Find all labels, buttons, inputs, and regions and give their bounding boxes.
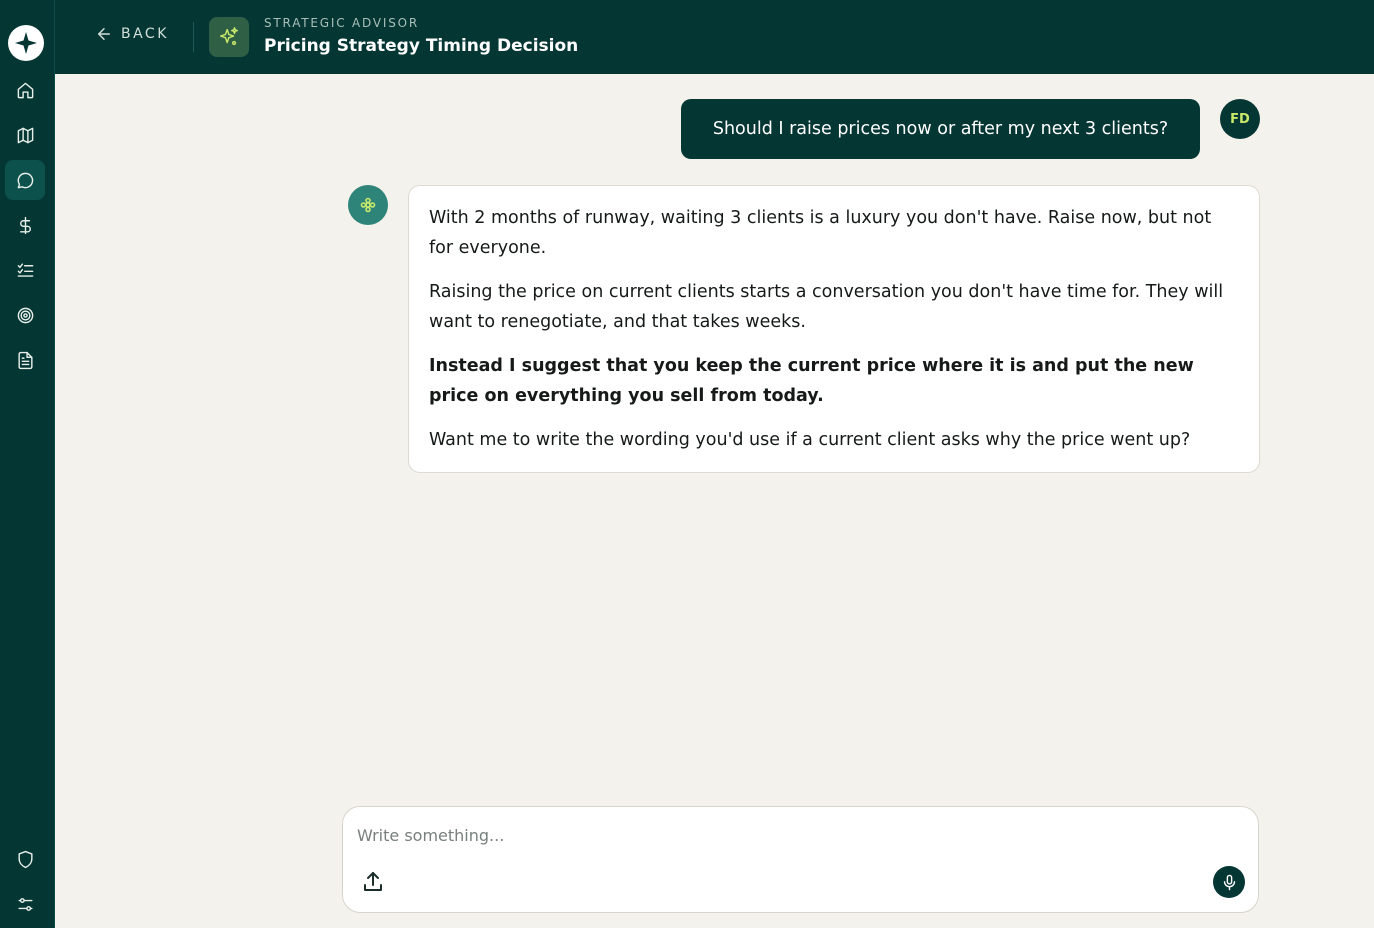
header-divider	[193, 22, 194, 52]
sidebar-item-goals[interactable]	[5, 295, 45, 335]
app-logo[interactable]	[8, 25, 44, 61]
target-icon	[17, 307, 33, 323]
shield-icon	[17, 850, 33, 868]
sidebar-item-tasks[interactable]	[5, 250, 45, 290]
assistant-question: Want me to write the wording you'd use i…	[429, 430, 1191, 450]
sidebar-item-home[interactable]	[5, 70, 45, 110]
message-composer	[342, 806, 1259, 913]
back-label: BACK	[121, 26, 169, 42]
settings-sliders-icon	[17, 897, 33, 911]
page-title: Pricing Strategy Timing Decision	[264, 36, 579, 56]
flower-icon	[360, 197, 376, 213]
chat-icon	[17, 172, 33, 188]
advisor-badge	[209, 17, 249, 57]
user-message: Should I raise prices now or after my ne…	[681, 99, 1200, 159]
assistant-avatar	[348, 185, 388, 225]
sidebar-item-security[interactable]	[5, 839, 45, 879]
page-subtitle: STRATEGIC ADVISOR	[264, 16, 420, 30]
sidebar-item-settings[interactable]	[5, 884, 45, 924]
upload-icon	[364, 872, 382, 891]
assistant-recommendation: Instead I suggest that you keep the curr…	[429, 356, 1194, 406]
arrow-left-icon	[98, 28, 110, 40]
user-message-text: Should I raise prices now or after my ne…	[712, 119, 1169, 139]
sidebar-item-documents[interactable]	[5, 340, 45, 380]
upload-button[interactable]	[359, 868, 387, 896]
message-input[interactable]	[357, 821, 1217, 849]
microphone-icon	[1223, 874, 1235, 890]
assistant-message: With 2 months of runway, waiting 3 clien…	[408, 185, 1260, 473]
sidebar-item-map[interactable]	[5, 115, 45, 155]
checklist-icon	[17, 262, 33, 277]
microphone-button[interactable]	[1213, 866, 1245, 898]
home-icon	[17, 82, 33, 98]
dollar-icon	[19, 216, 31, 234]
assistant-paragraph: With 2 months of runway, waiting 3 clien…	[429, 208, 1212, 258]
user-avatar[interactable]: FD	[1220, 99, 1260, 139]
document-icon	[17, 351, 33, 369]
map-icon	[17, 127, 33, 143]
logo-icon	[15, 32, 37, 54]
sidebar-item-chat[interactable]	[5, 160, 45, 200]
sidebar-item-finance[interactable]	[5, 205, 45, 245]
sidebar	[0, 0, 55, 928]
back-button[interactable]: BACK	[95, 25, 169, 43]
assistant-paragraph: Raising the price on current clients sta…	[429, 282, 1224, 332]
top-header: BACK STRATEGIC ADVISOR Pricing Strategy …	[55, 0, 1374, 74]
sparkles-icon	[220, 27, 238, 46]
